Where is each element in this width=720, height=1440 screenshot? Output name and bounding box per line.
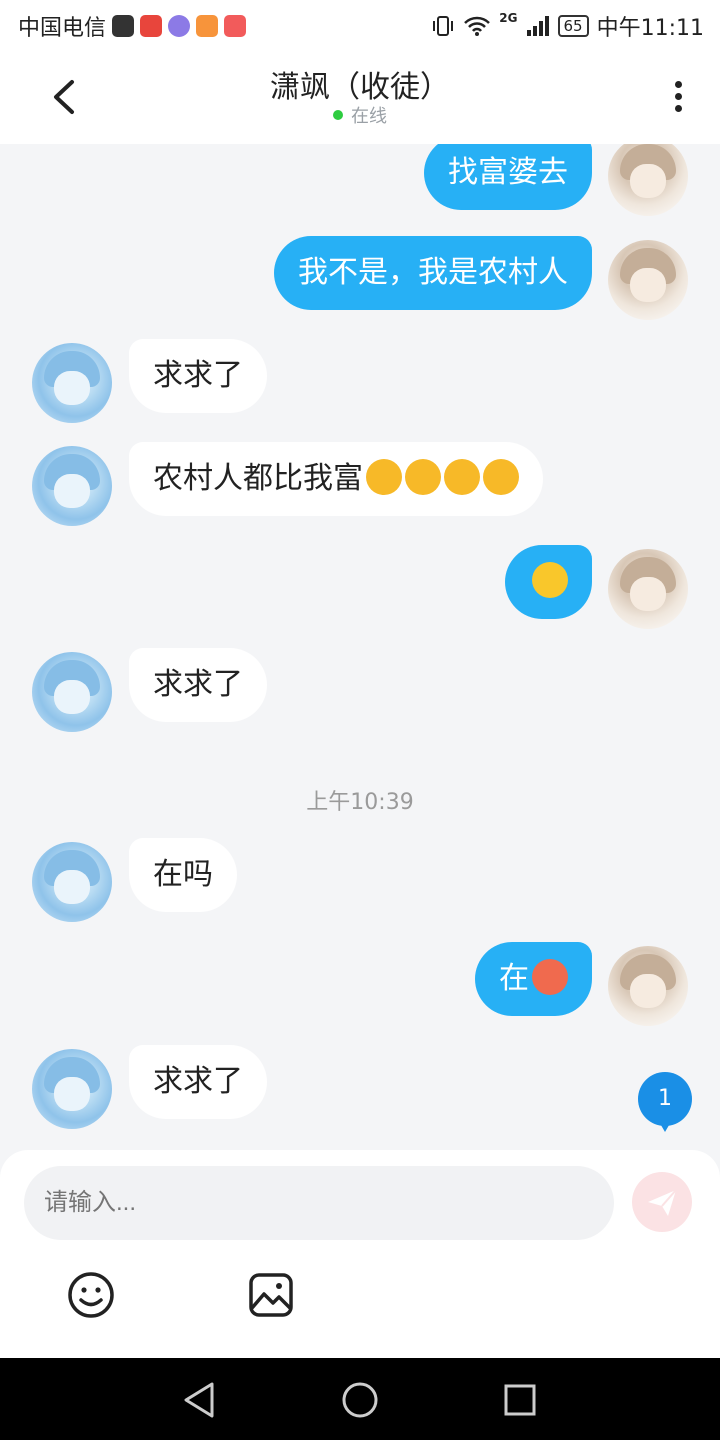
nav-recents-button[interactable] (500, 1380, 540, 1420)
message-list[interactable]: 找富婆去 我不是，我是农村人 求求了 农村人都比我富 求求了 上午10:39 在… (0, 144, 720, 1150)
avatar[interactable] (608, 144, 688, 216)
send-button[interactable] (632, 1172, 692, 1232)
image-button[interactable] (246, 1270, 296, 1320)
message-row: 求求了 (0, 339, 720, 423)
notification-app-icon (224, 15, 247, 37)
message-input[interactable] (24, 1166, 614, 1240)
paper-plane-icon (648, 1189, 677, 1216)
status-bar: 中国电信 2G 65 中午11:11 (0, 0, 720, 50)
nav-back-button[interactable] (180, 1380, 220, 1420)
avatar[interactable] (32, 446, 112, 526)
message-row (0, 545, 720, 629)
wifi-icon (464, 16, 491, 36)
message-row: 在 (0, 942, 720, 1026)
message-bubble-incoming[interactable]: 求求了 (129, 339, 267, 413)
message-timestamp: 上午10:39 (306, 790, 414, 815)
avatar[interactable] (32, 1049, 112, 1129)
message-bubble-incoming[interactable]: 在吗 (129, 838, 237, 912)
message-bubble-outgoing[interactable]: 在 (475, 942, 592, 1016)
message-bubble-incoming[interactable]: 求求了 (129, 648, 267, 722)
avatar[interactable] (32, 652, 112, 732)
message-row: 求求了 (0, 1045, 720, 1129)
notification-app-icon (140, 15, 163, 37)
chat-title: 潇飒（收徒） (270, 70, 450, 105)
avatar[interactable] (608, 549, 688, 629)
avatar[interactable] (608, 946, 688, 1026)
network-type: 2G (499, 11, 518, 25)
smiling-face-icon (532, 561, 568, 598)
notification-app-icon (168, 15, 191, 37)
clock: 中午11:11 (596, 16, 704, 41)
crying-face-icon (366, 458, 402, 495)
online-dot-icon (333, 110, 343, 120)
carrier-label: 中国电信 (18, 16, 107, 41)
message-bubble-incoming[interactable]: 求求了 (129, 1045, 267, 1119)
vibrate-icon (433, 16, 454, 36)
message-bubble-outgoing[interactable]: 我不是，我是农村人 (274, 236, 592, 310)
more-vertical-icon (674, 81, 682, 88)
avatar[interactable] (32, 343, 112, 423)
message-bubble-outgoing[interactable] (505, 545, 592, 619)
signal-icon (526, 16, 549, 36)
presence-label: 在线 (351, 106, 387, 127)
angry-face-icon (532, 958, 568, 995)
notification-app-icon (112, 15, 135, 37)
avatar[interactable] (32, 842, 112, 922)
system-navigation-bar (0, 1358, 720, 1440)
image-icon (249, 1273, 293, 1317)
presence-status: 在线 (0, 102, 720, 128)
crying-face-icon (444, 458, 480, 495)
message-bubble-incoming[interactable]: 农村人都比我富 (129, 442, 543, 516)
emoji-button[interactable] (66, 1270, 116, 1320)
circle-home-icon (342, 1382, 378, 1418)
message-bubble-outgoing[interactable]: 找富婆去 (424, 144, 592, 210)
more-options-button[interactable] (670, 78, 686, 118)
square-recents-icon (504, 1384, 536, 1416)
chat-header: 潇飒（收徒） 在线 (0, 50, 720, 144)
message-row: 找富婆去 (0, 144, 720, 224)
nav-home-button[interactable] (340, 1380, 380, 1420)
unread-count-badge[interactable]: 1 (638, 1072, 692, 1132)
message-row: 我不是，我是农村人 (0, 236, 720, 320)
triangle-back-icon (184, 1382, 214, 1418)
message-row: 在吗 (0, 838, 720, 922)
notification-app-icon (196, 15, 219, 37)
avatar[interactable] (608, 240, 688, 320)
crying-face-icon (405, 458, 441, 495)
battery-indicator: 65 (557, 15, 589, 37)
message-row: 求求了 (0, 648, 720, 732)
crying-face-icon (483, 458, 519, 495)
emoji-icon (68, 1272, 114, 1318)
message-composer (0, 1150, 720, 1358)
message-row: 农村人都比我富 (0, 442, 720, 526)
